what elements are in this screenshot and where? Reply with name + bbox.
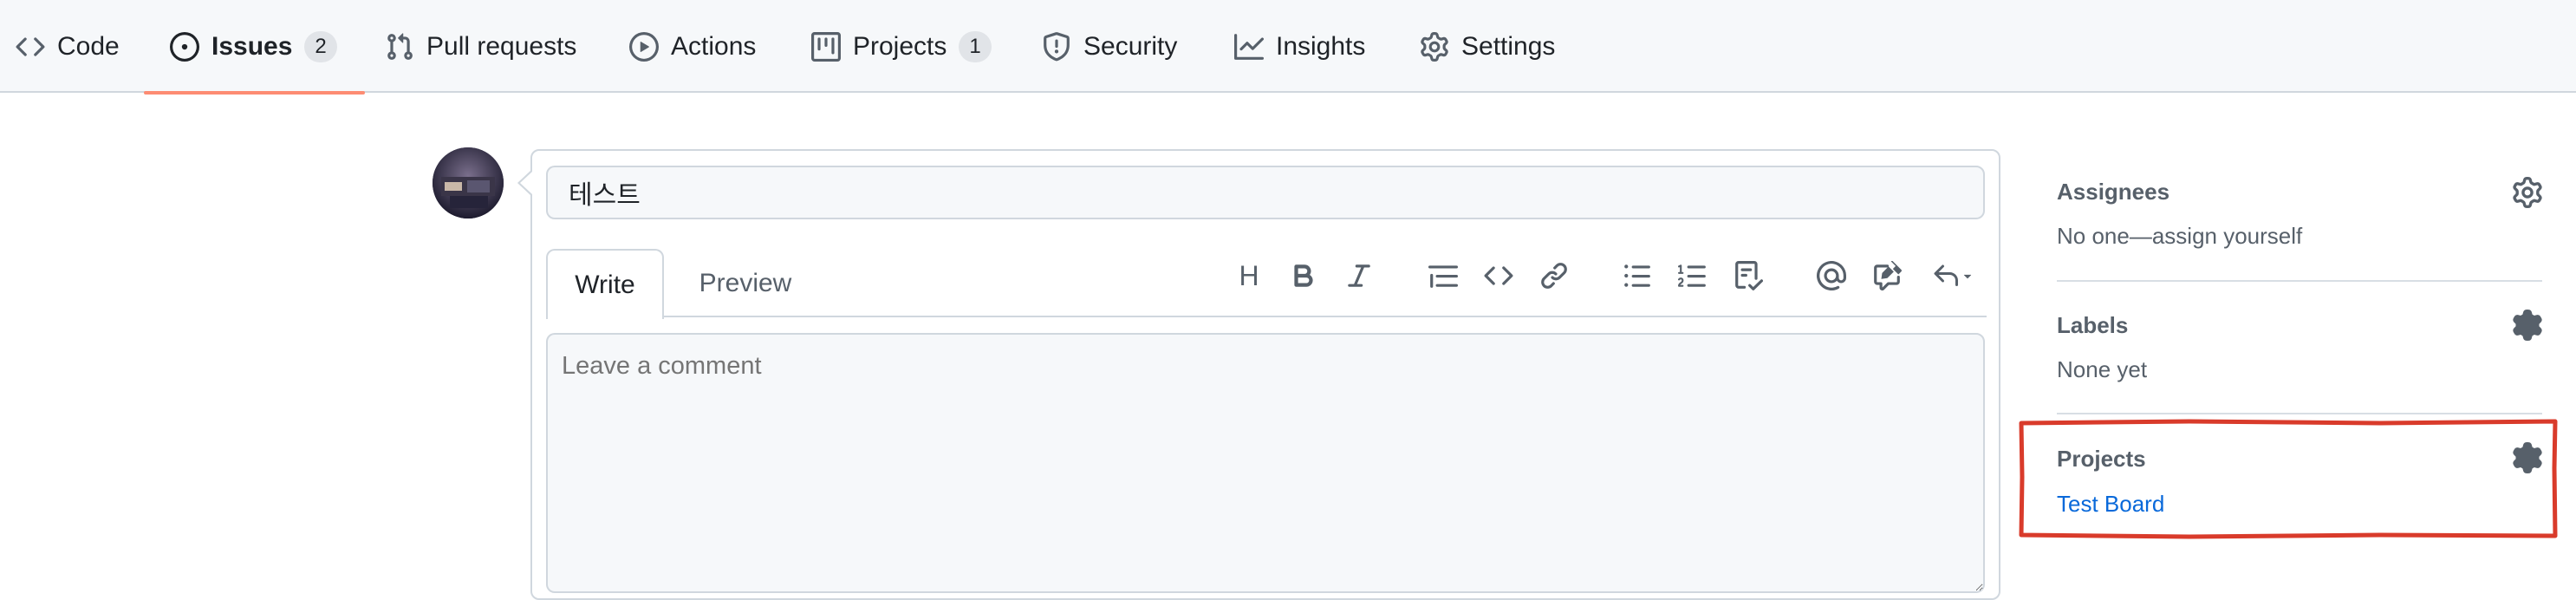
repo-nav: Code Issues 2 Pull requests Actions Proj… — [0, 0, 2576, 95]
assignees-gear-icon[interactable] — [2512, 177, 2543, 208]
tab-issues-label: Issues — [211, 31, 293, 61]
cross-reference-icon — [1872, 261, 1902, 290]
tab-issues[interactable]: Issues 2 — [144, 0, 365, 95]
tab-insights-label: Insights — [1276, 31, 1366, 61]
highlight-box — [2019, 419, 2558, 539]
quote-button[interactable] — [1424, 257, 1462, 295]
code-icon — [16, 32, 45, 62]
code-icon — [1484, 261, 1513, 290]
projects-count-badge: 1 — [959, 30, 992, 62]
tab-actions[interactable]: Actions — [629, 0, 756, 93]
tab-pull-requests-label: Pull requests — [426, 31, 577, 61]
play-icon — [629, 31, 659, 62]
unordered-list-icon — [1623, 261, 1652, 290]
comment-textarea[interactable] — [546, 333, 1985, 593]
graph-icon — [1234, 32, 1264, 62]
table-icon — [811, 31, 841, 62]
tab-insights[interactable]: Insights — [1234, 0, 1365, 93]
unordered-list-button[interactable] — [1618, 257, 1656, 295]
mention-icon — [1817, 261, 1846, 290]
issue-title-input[interactable] — [546, 166, 1985, 219]
ordered-list-button[interactable] — [1674, 257, 1712, 295]
italic-button[interactable] — [1340, 257, 1378, 295]
issues-count-badge: 2 — [304, 30, 337, 62]
tab-pull-requests[interactable]: Pull requests — [385, 0, 576, 93]
labels-gear-icon[interactable] — [2512, 310, 2543, 341]
link-icon — [1539, 261, 1569, 290]
sidebar-divider — [2057, 280, 2542, 282]
avatar[interactable] — [433, 147, 504, 218]
comment-caret-fill — [520, 172, 532, 194]
tab-security[interactable]: Security — [1042, 0, 1177, 93]
italic-icon — [1344, 261, 1374, 290]
git-pull-request-icon — [385, 32, 414, 62]
tab-projects-label: Projects — [853, 31, 947, 61]
assignees-value[interactable]: No one—assign yourself — [2057, 223, 2302, 250]
ordered-list-icon — [1678, 261, 1708, 290]
chevron-down-icon — [1960, 268, 1975, 284]
sidebar-divider — [2057, 413, 2542, 414]
reply-icon — [1932, 262, 1960, 290]
cross-reference-button[interactable] — [1868, 257, 1906, 295]
saved-replies-button[interactable] — [1928, 257, 1980, 295]
tab-code[interactable]: Code — [16, 0, 120, 93]
labels-heading[interactable]: Labels — [2057, 312, 2128, 339]
gear-icon — [1420, 31, 1449, 62]
tab-settings-label: Settings — [1461, 31, 1556, 61]
code-button[interactable] — [1480, 257, 1518, 295]
tab-projects[interactable]: Projects 1 — [811, 0, 992, 93]
tab-code-label: Code — [57, 31, 120, 61]
issue-opened-icon — [170, 31, 199, 62]
labels-value: None yet — [2057, 356, 2148, 382]
tab-security-label: Security — [1083, 31, 1178, 61]
quote-icon — [1428, 261, 1458, 290]
mention-button[interactable] — [1812, 257, 1851, 295]
heading-button[interactable]: H — [1230, 257, 1268, 295]
tab-actions-label: Actions — [671, 31, 757, 61]
task-list-icon — [1734, 261, 1763, 290]
bold-icon — [1289, 261, 1318, 290]
write-tab[interactable]: Write — [546, 249, 664, 319]
assignees-heading[interactable]: Assignees — [2057, 179, 2169, 205]
preview-tab[interactable]: Preview — [685, 249, 806, 317]
link-button[interactable] — [1535, 257, 1573, 295]
bold-button[interactable] — [1285, 257, 1323, 295]
tab-settings[interactable]: Settings — [1420, 0, 1555, 93]
shield-icon — [1042, 31, 1071, 62]
task-list-button[interactable] — [1729, 257, 1767, 295]
